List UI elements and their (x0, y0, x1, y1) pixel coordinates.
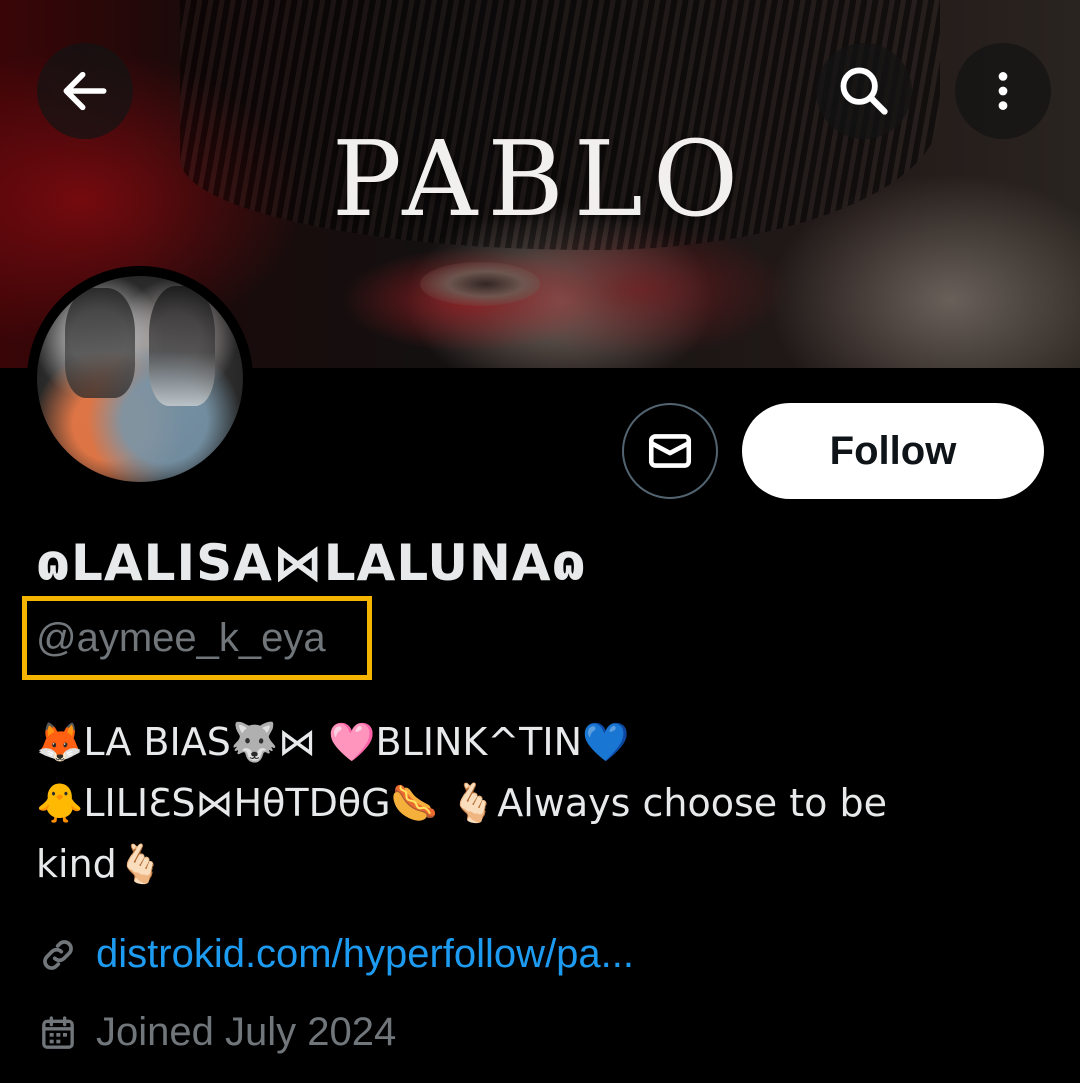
profile-handle: @aymee_k_eya (36, 616, 326, 660)
search-icon (840, 67, 888, 115)
bio-line: kind🫰🏻 (36, 842, 165, 886)
follow-button[interactable]: Follow (742, 403, 1044, 499)
more-vertical-icon (998, 72, 1008, 110)
message-button[interactable] (622, 403, 718, 499)
profile-avatar[interactable] (27, 266, 253, 492)
profile-website-link[interactable]: distrokid.com/hyperfollow/pa... (96, 932, 634, 977)
avatar-figure-left (65, 288, 135, 398)
bio-line: 🐥LILIƐS⋈HθTDθG🌭 🫰🏻Always choose to be (36, 781, 887, 825)
profile-bio: 🦊LA BIAS🐺⋈ 🩷BLINK^TIN💙 🐥LILIƐS⋈HθTDθG🌭 🫰… (36, 712, 1046, 895)
back-button[interactable] (37, 43, 133, 139)
banner-title-text: PABLO (331, 118, 749, 240)
calendar-icon (36, 1011, 80, 1055)
envelope-icon (648, 434, 692, 468)
search-button[interactable] (816, 43, 912, 139)
profile-link-row: distrokid.com/hyperfollow/pa... (36, 932, 634, 977)
more-options-button[interactable] (955, 43, 1051, 139)
banner-artwork-eye (420, 262, 540, 306)
arrow-left-icon (63, 71, 107, 111)
avatar-image (37, 276, 243, 482)
avatar-figure-right (149, 286, 215, 406)
bio-line: 🦊LA BIAS🐺⋈ 🩷BLINK^TIN💙 (36, 720, 630, 764)
link-icon (36, 933, 80, 977)
profile-joined-row: Joined July 2024 (36, 1010, 396, 1055)
profile-page: PABLO Follow ɷLALISA⋈LALUNAɷ @aymee_k_ey… (0, 0, 1080, 1083)
display-name: ɷLALISA⋈LALUNAɷ (36, 534, 587, 592)
joined-date: Joined July 2024 (96, 1010, 397, 1054)
